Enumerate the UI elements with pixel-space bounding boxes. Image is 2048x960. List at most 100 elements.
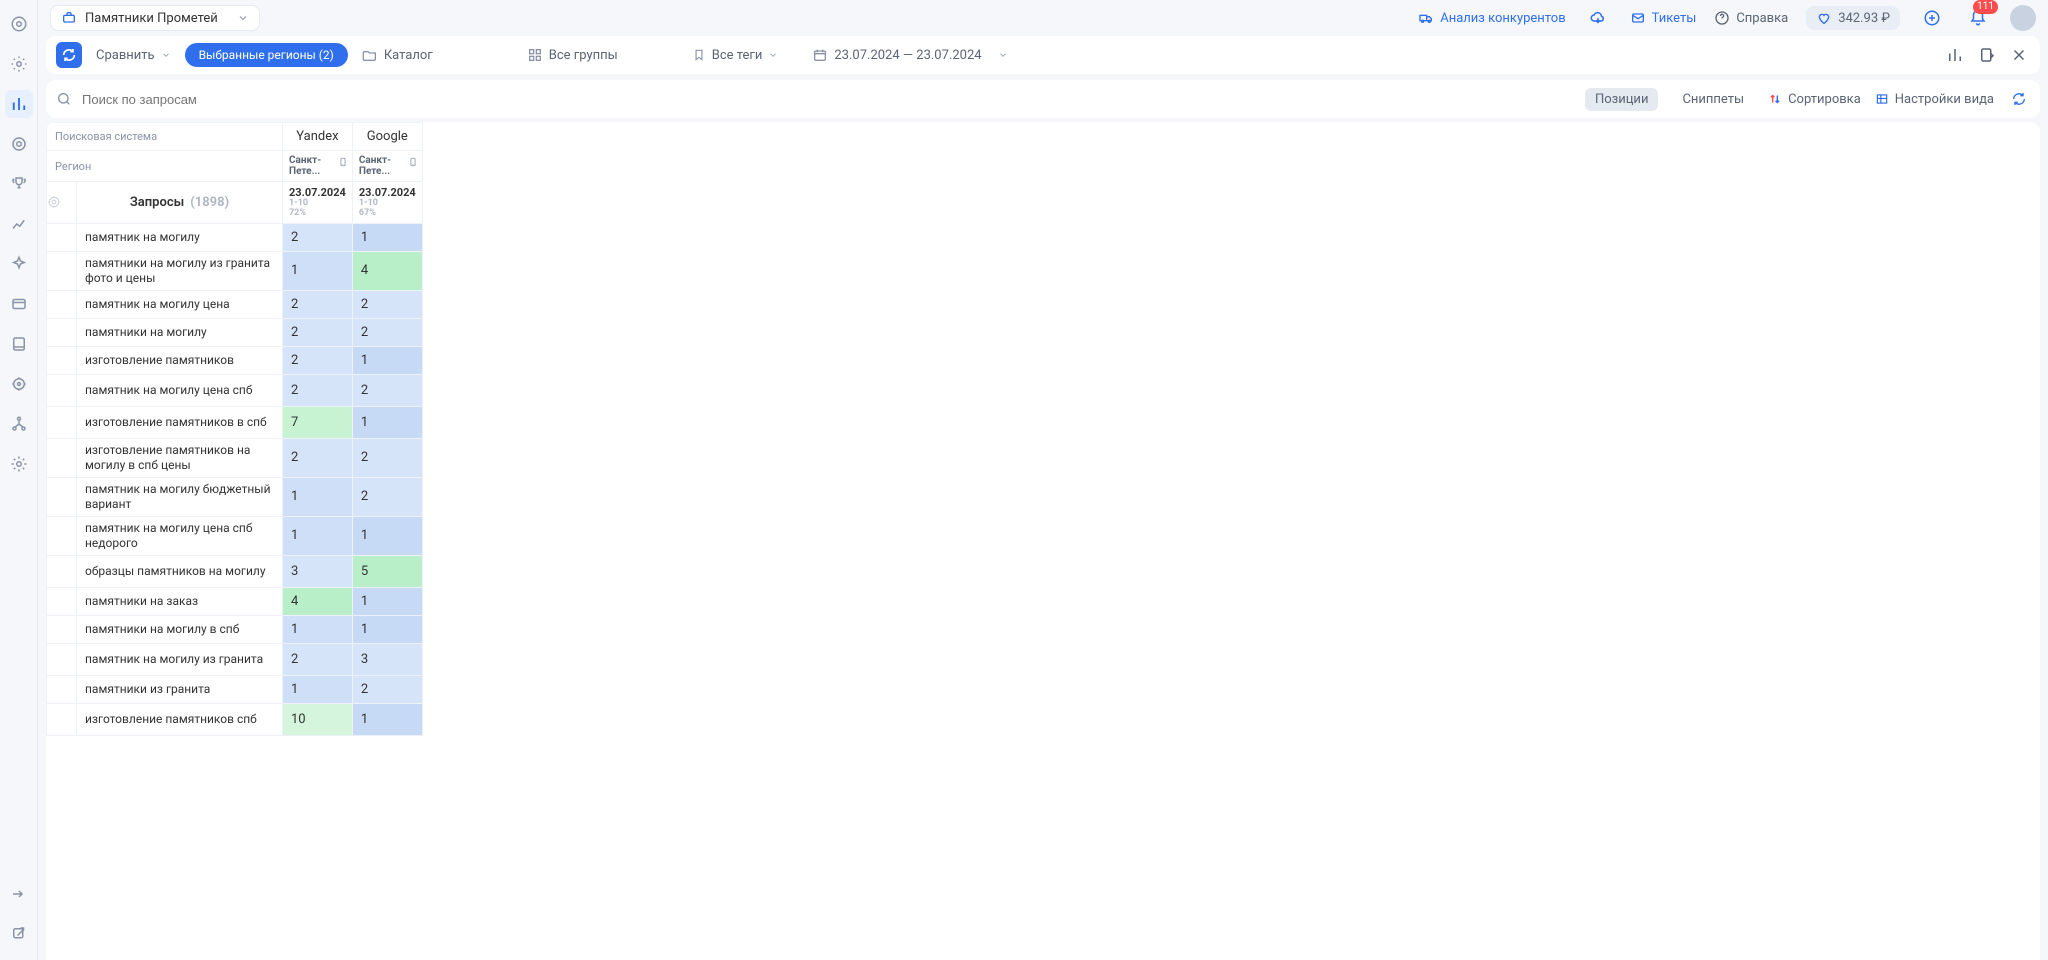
- tags-label: Все теги: [712, 48, 763, 63]
- refresh-button[interactable]: [56, 42, 82, 68]
- toolbar-export-icon[interactable]: [1976, 44, 1998, 66]
- sidebar-spark[interactable]: [5, 250, 33, 278]
- google-pos: 1: [352, 615, 422, 643]
- sidebar-radar[interactable]: [5, 50, 33, 78]
- truck-icon: [1418, 10, 1434, 26]
- refresh-view-icon[interactable]: [2008, 88, 2030, 110]
- sidebar-gear[interactable]: [5, 450, 33, 478]
- google-pos: 1: [352, 346, 422, 374]
- regions-pill[interactable]: Выбранные регионы (2): [185, 43, 348, 67]
- google-pos: 2: [352, 374, 422, 406]
- groups-dropdown[interactable]: Все группы: [527, 47, 618, 63]
- sort-button[interactable]: Сортировка: [1768, 92, 1861, 107]
- row-target: [47, 675, 77, 703]
- table-row[interactable]: памятники из гранита12: [47, 675, 423, 703]
- sidebar-collapse[interactable]: [5, 880, 33, 908]
- compare-dropdown[interactable]: Сравнить: [96, 48, 171, 63]
- bookmark-icon: [692, 48, 706, 62]
- chevron-down-icon: [768, 50, 778, 60]
- tags-dropdown[interactable]: Все теги: [692, 48, 779, 63]
- balance-chip[interactable]: 342.93 ₽: [1806, 6, 1900, 30]
- help-link[interactable]: Справка: [1714, 10, 1788, 26]
- sidebar-logo[interactable]: [5, 10, 33, 38]
- competitors-link[interactable]: Анализ конкурентов: [1418, 10, 1565, 26]
- table-row[interactable]: памятник на могилу21: [47, 223, 423, 251]
- query-cell: памятники на могилу из гранита фото и це…: [77, 251, 283, 290]
- avatar[interactable]: [2010, 5, 2036, 31]
- sidebar-panel[interactable]: [5, 290, 33, 318]
- row-target: [47, 643, 77, 675]
- toolbar-tools-icon[interactable]: [2008, 44, 2030, 66]
- view-settings-button[interactable]: Настройки вида: [1875, 92, 1994, 107]
- row-target: [47, 555, 77, 587]
- table-row[interactable]: памятник на могилу из гранита23: [47, 643, 423, 675]
- project-selector[interactable]: Памятники Прометей: [50, 5, 260, 31]
- th-region-label: Регион: [47, 151, 283, 182]
- toolbar-chart-icon[interactable]: [1944, 44, 1966, 66]
- row-target: [47, 318, 77, 346]
- table-row[interactable]: памятники на заказ41: [47, 587, 423, 615]
- table-row[interactable]: памятник на могилу цена спб22: [47, 374, 423, 406]
- table-row[interactable]: памятники на могилу в спб11: [47, 615, 423, 643]
- sidebar-positions[interactable]: [5, 90, 33, 118]
- table-row[interactable]: памятник на могилу цена22: [47, 290, 423, 318]
- table-row[interactable]: изготовление памятников в спб71: [47, 406, 423, 438]
- date-range[interactable]: 23.07.2024 — 23.07.2024: [812, 47, 1007, 63]
- th-target[interactable]: [47, 182, 77, 224]
- yandex-pos: 2: [283, 374, 353, 406]
- query-cell: памятник на могилу цена спб: [77, 374, 283, 406]
- google-pos: 2: [352, 675, 422, 703]
- query-cell: памятник на могилу бюджетный вариант: [77, 477, 283, 516]
- search-icon: [56, 91, 72, 107]
- table-row[interactable]: памятники на могилу22: [47, 318, 423, 346]
- th-engine-label: Поисковая система: [47, 123, 283, 151]
- compare-label: Сравнить: [96, 48, 155, 63]
- help-label: Справка: [1736, 11, 1788, 26]
- query-cell: изготовление памятников спб: [77, 703, 283, 735]
- google-pos: 2: [352, 318, 422, 346]
- table-row[interactable]: изготовление памятников21: [47, 346, 423, 374]
- table-row[interactable]: образцы памятников на могилу35: [47, 555, 423, 587]
- query-cell: памятники на заказ: [77, 587, 283, 615]
- searchbar: Позиции Сниппеты Сортировка Настройки ви…: [46, 80, 2040, 118]
- sidebar-chart[interactable]: [5, 210, 33, 238]
- project-name: Памятники Прометей: [85, 11, 218, 26]
- table-row[interactable]: изготовление памятников спб101: [47, 703, 423, 735]
- google-pos: 2: [352, 477, 422, 516]
- row-target: [47, 251, 77, 290]
- notifications-button[interactable]: 111: [1964, 4, 1992, 32]
- query-cell: памятник на могилу цена: [77, 290, 283, 318]
- cloud-button[interactable]: [1584, 4, 1612, 32]
- positions-chip[interactable]: Позиции: [1585, 88, 1659, 111]
- row-target: [47, 346, 77, 374]
- table-row[interactable]: памятник на могилу цена спб недорого11: [47, 516, 423, 555]
- table-row[interactable]: изготовление памятников на могилу в спб …: [47, 438, 423, 477]
- row-target: [47, 406, 77, 438]
- google-pos: 1: [352, 406, 422, 438]
- catalog-link[interactable]: Каталог: [362, 47, 433, 63]
- sidebar-aim[interactable]: [5, 370, 33, 398]
- catalog-label: Каталог: [384, 48, 433, 63]
- google-pos: 1: [352, 516, 422, 555]
- th-yandex: Yandex: [283, 123, 353, 151]
- snippets-chip[interactable]: Сниппеты: [1672, 88, 1754, 111]
- tickets-label: Тикеты: [1652, 11, 1697, 26]
- search-input[interactable]: [82, 92, 1575, 107]
- yandex-pos: 1: [283, 615, 353, 643]
- tickets-link[interactable]: Тикеты: [1630, 10, 1697, 26]
- add-button[interactable]: [1918, 4, 1946, 32]
- yandex-pos: 2: [283, 438, 353, 477]
- table-row[interactable]: памятники на могилу из гранита фото и це…: [47, 251, 423, 290]
- groups-label: Все группы: [549, 48, 618, 63]
- sidebar-book[interactable]: [5, 330, 33, 358]
- help-icon: [1714, 10, 1730, 26]
- sidebar-target[interactable]: [5, 130, 33, 158]
- sidebar-tree[interactable]: [5, 410, 33, 438]
- table-row[interactable]: памятник на могилу бюджетный вариант12: [47, 477, 423, 516]
- query-cell: образцы памятников на могилу: [77, 555, 283, 587]
- row-target: [47, 438, 77, 477]
- sidebar-external[interactable]: [5, 920, 33, 948]
- sidebar-trophy[interactable]: [5, 170, 33, 198]
- query-cell: памятник на могилу: [77, 223, 283, 251]
- heart-icon: [1816, 10, 1832, 26]
